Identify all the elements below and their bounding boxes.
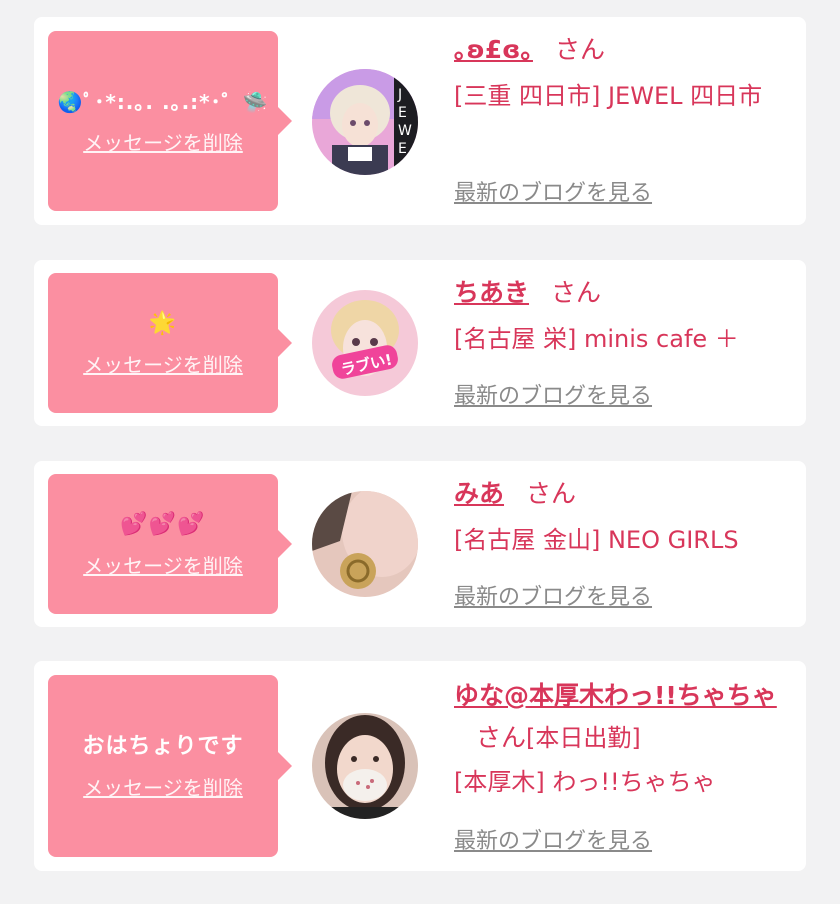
cast-name-link[interactable]: ｡ʚ£ɞ｡: [454, 35, 533, 64]
message-text: 🌟: [148, 310, 178, 336]
message-card: 🌟 メッセージを削除 ラブい! ちあき さん [名古屋 栄] minis cafe…: [34, 260, 806, 426]
message-bubble: おはちょりです メッセージを削除: [48, 675, 292, 857]
message-text: 💕💕💕: [120, 511, 206, 537]
cast-name-link[interactable]: みあ: [454, 479, 504, 508]
avatar[interactable]: J E W E: [312, 69, 418, 175]
message-list: 🌏ﾟ･*:.｡. .｡.:*･゜🛸 メッセージを削除 J E W E ｡ʚ£ɞ｡…: [0, 0, 840, 904]
message-text: 🌏ﾟ･*:.｡. .｡.:*･゜🛸: [57, 89, 269, 114]
delete-message-link[interactable]: メッセージを削除: [83, 349, 243, 378]
cast-name-link[interactable]: ちあき: [454, 278, 529, 307]
work-status: [本日出勤]: [526, 724, 641, 752]
avatar[interactable]: [312, 713, 418, 819]
profile-info: ｡ʚ£ɞ｡ さん [三重 四日市] JEWEL 四日市: [454, 31, 794, 115]
profile-photo-blonde-girl-icon: J E W E: [312, 69, 418, 175]
svg-text:W: W: [398, 123, 412, 139]
svg-text:E: E: [398, 105, 407, 121]
latest-blog-link[interactable]: 最新のブログを見る: [454, 378, 652, 410]
latest-blog-link[interactable]: 最新のブログを見る: [454, 175, 652, 207]
profile-info: みあ さん [名古屋 金山] NEO GIRLS: [454, 475, 794, 559]
profile-info: ゆな@本厚木わっ!!ちゃちゃさん[本日出勤] [本厚木] わっ!!ちゃちゃ: [454, 675, 794, 801]
honorific: さん: [476, 723, 527, 752]
delete-message-link[interactable]: メッセージを削除: [83, 772, 243, 801]
shop-name: [名古屋 栄] minis cafe ＋: [454, 325, 739, 353]
message-bubble: 💕💕💕 メッセージを削除: [48, 474, 292, 614]
delete-message-link[interactable]: メッセージを削除: [83, 127, 243, 156]
honorific: さん: [551, 278, 602, 307]
shop-name: [名古屋 金山] NEO GIRLS: [454, 526, 739, 554]
cast-name-link[interactable]: ゆな@本厚木わっ!!ちゃちゃ: [454, 681, 777, 710]
delete-message-link[interactable]: メッセージを削除: [83, 550, 243, 579]
svg-text:J: J: [397, 87, 402, 103]
latest-blog-link[interactable]: 最新のブログを見る: [454, 823, 652, 855]
message-card: 💕💕💕 メッセージを削除 みあ さん [名古屋 金山] NEO GIRLS 最新の…: [34, 461, 806, 627]
name-line: ちあき さん: [454, 274, 794, 312]
message-text: おはちょりです: [82, 733, 244, 759]
shop-name: [三重 四日市] JEWEL 四日市: [454, 82, 763, 110]
message-card: 🌏ﾟ･*:.｡. .｡.:*･゜🛸 メッセージを削除 J E W E ｡ʚ£ɞ｡…: [34, 17, 806, 225]
svg-text:E: E: [398, 141, 407, 157]
profile-photo-pink-sticker-icon: ラブい!: [312, 290, 418, 396]
shop-name: [本厚木] わっ!!ちゃちゃ: [454, 768, 716, 796]
latest-blog-link[interactable]: 最新のブログを見る: [454, 579, 652, 611]
message-bubble: 🌏ﾟ･*:.｡. .｡.:*･゜🛸 メッセージを削除: [48, 31, 292, 211]
name-line: ゆな@本厚木わっ!!ちゃちゃさん[本日出勤]: [454, 675, 794, 759]
name-line: ｡ʚ£ɞ｡ さん: [454, 31, 794, 69]
message-card: おはちょりです メッセージを削除 ゆな@本厚木わっ!!ちゃちゃさん[本日出勤] …: [34, 661, 806, 871]
profile-info: ちあき さん [名古屋 栄] minis cafe ＋: [454, 274, 794, 358]
avatar[interactable]: ラブい!: [312, 290, 418, 396]
profile-photo-earring-icon: [312, 491, 418, 597]
name-line: みあ さん: [454, 475, 794, 513]
avatar[interactable]: [312, 491, 418, 597]
honorific: さん: [554, 35, 605, 64]
message-bubble: 🌟 メッセージを削除: [48, 273, 292, 413]
profile-photo-mask-girl-icon: [312, 713, 418, 819]
honorific: さん: [526, 479, 577, 508]
